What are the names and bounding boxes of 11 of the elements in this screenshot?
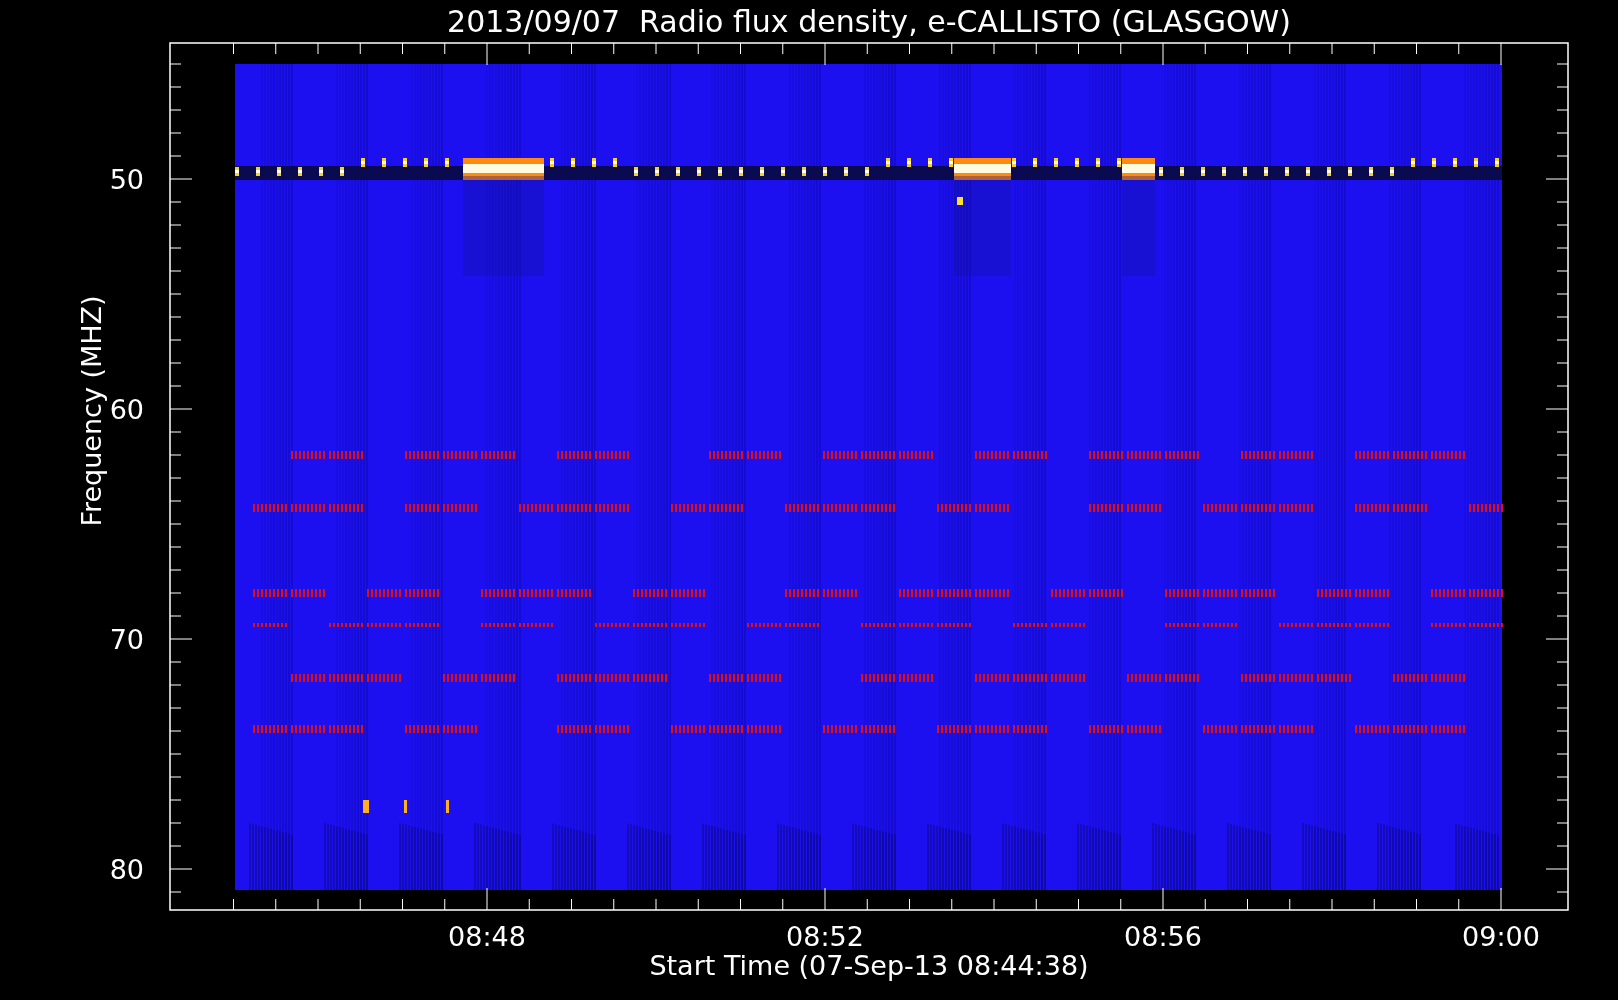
x-tick-label: 09:00 <box>1462 921 1540 952</box>
y-axis-label: Frequency (MHZ) <box>76 295 107 527</box>
y-tick-label: 80 <box>109 854 144 885</box>
x-tick-label: 08:52 <box>786 921 864 952</box>
chart-title: 2013/09/07 Radio flux density, e-CALLISTO (GLASGOW) <box>447 4 1291 39</box>
x-tick-label: 08:56 <box>1124 921 1202 952</box>
y-tick-label: 70 <box>109 624 144 655</box>
y-tick-label: 50 <box>109 164 144 195</box>
x-tick-label: 08:48 <box>448 921 526 952</box>
y-tick-label: 60 <box>109 394 144 425</box>
x-axis-label: Start Time (07-Sep-13 08:44:38) <box>649 950 1089 981</box>
